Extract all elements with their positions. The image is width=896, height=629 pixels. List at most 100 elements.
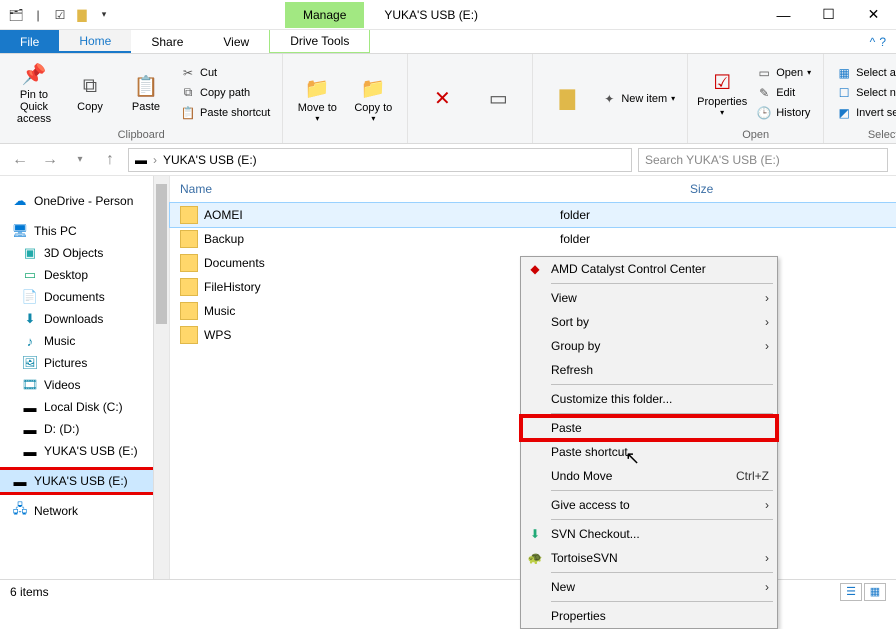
maximize-button[interactable]: ☐ bbox=[806, 0, 851, 30]
view-large-icons-button[interactable]: ▦ bbox=[864, 583, 886, 601]
select-none-button[interactable]: ☐Select none bbox=[832, 84, 896, 102]
videos-icon: 🎞 bbox=[22, 377, 38, 393]
ctx-svn-checkout[interactable]: ⬇SVN Checkout... bbox=[521, 522, 777, 546]
network-icon: 🖧 bbox=[12, 503, 28, 519]
tab-file[interactable]: File bbox=[0, 30, 59, 53]
nav-desktop[interactable]: ▭Desktop bbox=[0, 264, 169, 286]
nav-onedrive[interactable]: ☁OneDrive - Person bbox=[0, 190, 169, 212]
nav-drive-d[interactable]: ▬D: (D:) bbox=[0, 418, 169, 440]
nav-yukas-usb-1[interactable]: ▬YUKA'S USB (E:) bbox=[0, 440, 169, 462]
status-item-count: 6 items bbox=[10, 585, 49, 599]
tab-drive-tools[interactable]: Drive Tools bbox=[269, 30, 370, 53]
forward-button[interactable]: → bbox=[38, 148, 62, 172]
cut-icon: ✂ bbox=[180, 65, 196, 81]
file-row[interactable]: AOMEIfolder bbox=[170, 203, 896, 227]
ctx-amd[interactable]: ◆AMD Catalyst Control Center bbox=[521, 257, 777, 281]
mouse-cursor: ↖ bbox=[625, 448, 640, 469]
rename-button[interactable]: ▭ bbox=[472, 58, 524, 139]
paste-icon: 📋 bbox=[132, 73, 160, 101]
submenu-arrow-icon: › bbox=[765, 580, 769, 594]
open-icon: ▭ bbox=[756, 65, 772, 81]
column-name[interactable]: Name bbox=[180, 182, 390, 196]
column-type[interactable] bbox=[560, 182, 690, 196]
tab-view[interactable]: View bbox=[203, 30, 269, 53]
select-all-button[interactable]: ▦Select all bbox=[832, 64, 896, 82]
qat-dropdown-icon[interactable]: ▾ bbox=[96, 7, 112, 23]
new-item-button[interactable]: ✦New item▾ bbox=[597, 90, 679, 108]
nav-local-disk-c[interactable]: ▬Local Disk (C:) bbox=[0, 396, 169, 418]
tab-home[interactable]: Home bbox=[59, 30, 131, 53]
copy-button[interactable]: ⧉Copy bbox=[64, 58, 116, 127]
nav-music[interactable]: ♪Music bbox=[0, 330, 169, 352]
svn-icon: ⬇ bbox=[527, 526, 543, 542]
search-input[interactable]: Search YUKA'S USB (E:) bbox=[638, 148, 888, 172]
this-pc-icon: 🖥 bbox=[12, 223, 28, 239]
ctx-customize-folder[interactable]: Customize this folder... bbox=[521, 387, 777, 411]
history-icon: 🕒 bbox=[756, 105, 772, 121]
history-button[interactable]: 🕒History bbox=[752, 104, 815, 122]
new-folder-button[interactable]: ▇ bbox=[541, 58, 593, 139]
nav-videos[interactable]: 🎞Videos bbox=[0, 374, 169, 396]
nav-pictures[interactable]: 🖼Pictures bbox=[0, 352, 169, 374]
ctx-give-access-to[interactable]: Give access to› bbox=[521, 493, 777, 517]
nav-yukas-usb-2[interactable]: ▬YUKA'S USB (E:) bbox=[0, 470, 169, 492]
ctx-view[interactable]: View› bbox=[521, 286, 777, 310]
drive-icon: ▬ bbox=[135, 153, 147, 167]
up-button[interactable]: ↑ bbox=[98, 148, 122, 172]
ctx-new[interactable]: New› bbox=[521, 575, 777, 599]
move-to-icon: 📁 bbox=[303, 74, 331, 102]
invert-selection-icon: ◩ bbox=[836, 105, 852, 121]
qat-folder-icon[interactable]: ▇ bbox=[74, 7, 90, 23]
paste-button[interactable]: 📋Paste bbox=[120, 58, 172, 127]
column-size[interactable]: Size bbox=[690, 182, 770, 196]
copy-to-button[interactable]: 📁Copy to▾ bbox=[347, 58, 399, 139]
pictures-icon: 🖼 bbox=[22, 355, 38, 371]
select-none-icon: ☐ bbox=[836, 85, 852, 101]
ctx-tortoisesvn[interactable]: 🐢TortoiseSVN› bbox=[521, 546, 777, 570]
rename-icon: ▭ bbox=[484, 85, 512, 113]
nav-downloads[interactable]: ⬇Downloads bbox=[0, 308, 169, 330]
paste-shortcut-button[interactable]: 📋Paste shortcut bbox=[176, 104, 274, 122]
ctx-paste[interactable]: Paste bbox=[521, 416, 777, 440]
address-path[interactable]: ▬ › YUKA'S USB (E:) bbox=[128, 148, 632, 172]
nav-this-pc[interactable]: 🖥This PC bbox=[0, 220, 169, 242]
ctx-sort-by[interactable]: Sort by› bbox=[521, 310, 777, 334]
select-all-icon: ▦ bbox=[836, 65, 852, 81]
app-icon: 🗂 bbox=[8, 7, 24, 23]
nav-documents[interactable]: 📄Documents bbox=[0, 286, 169, 308]
recent-dropdown[interactable]: ▾ bbox=[68, 148, 92, 172]
cut-button[interactable]: ✂Cut bbox=[176, 64, 274, 82]
navpane-scrollbar[interactable] bbox=[153, 176, 169, 579]
help-icon[interactable]: ? bbox=[879, 35, 886, 49]
file-row[interactable]: Backupfolder bbox=[170, 227, 896, 251]
nav-3d-objects[interactable]: ▣3D Objects bbox=[0, 242, 169, 264]
3d-objects-icon: ▣ bbox=[22, 245, 38, 261]
ribbon-collapse-icon[interactable]: ^ bbox=[870, 35, 876, 49]
documents-icon: 📄 bbox=[22, 289, 38, 305]
open-button[interactable]: ▭Open▾ bbox=[752, 64, 815, 82]
qat-checkbox-icon[interactable]: ☑ bbox=[52, 7, 68, 23]
pin-to-quick-access-button[interactable]: 📌Pin to Quick access bbox=[8, 58, 60, 127]
nav-network[interactable]: 🖧Network bbox=[0, 500, 169, 522]
ctx-refresh[interactable]: Refresh bbox=[521, 358, 777, 382]
ctx-group-by[interactable]: Group by› bbox=[521, 334, 777, 358]
tab-share[interactable]: Share bbox=[131, 30, 203, 53]
back-button[interactable]: ← bbox=[8, 148, 32, 172]
edit-button[interactable]: ✎Edit bbox=[752, 84, 815, 102]
ctx-paste-shortcut[interactable]: Paste shortcut bbox=[521, 440, 777, 464]
delete-button[interactable]: ✕ bbox=[416, 58, 468, 139]
properties-button[interactable]: ☑Properties▾ bbox=[696, 58, 748, 127]
view-details-button[interactable]: ☰ bbox=[840, 583, 862, 601]
copy-path-button[interactable]: ⧉Copy path bbox=[176, 84, 274, 102]
ctx-undo-move[interactable]: Undo MoveCtrl+Z bbox=[521, 464, 777, 488]
minimize-button[interactable]: — bbox=[761, 0, 806, 30]
qat-separator: | bbox=[30, 7, 46, 23]
amd-icon: ◆ bbox=[527, 261, 543, 277]
ctx-properties[interactable]: Properties bbox=[521, 604, 777, 628]
column-modified[interactable] bbox=[390, 182, 560, 196]
close-button[interactable]: ✕ bbox=[851, 0, 896, 30]
move-to-button[interactable]: 📁Move to▾ bbox=[291, 58, 343, 139]
folder-icon bbox=[180, 206, 198, 224]
copy-path-icon: ⧉ bbox=[180, 85, 196, 101]
invert-selection-button[interactable]: ◩Invert selection bbox=[832, 104, 896, 122]
